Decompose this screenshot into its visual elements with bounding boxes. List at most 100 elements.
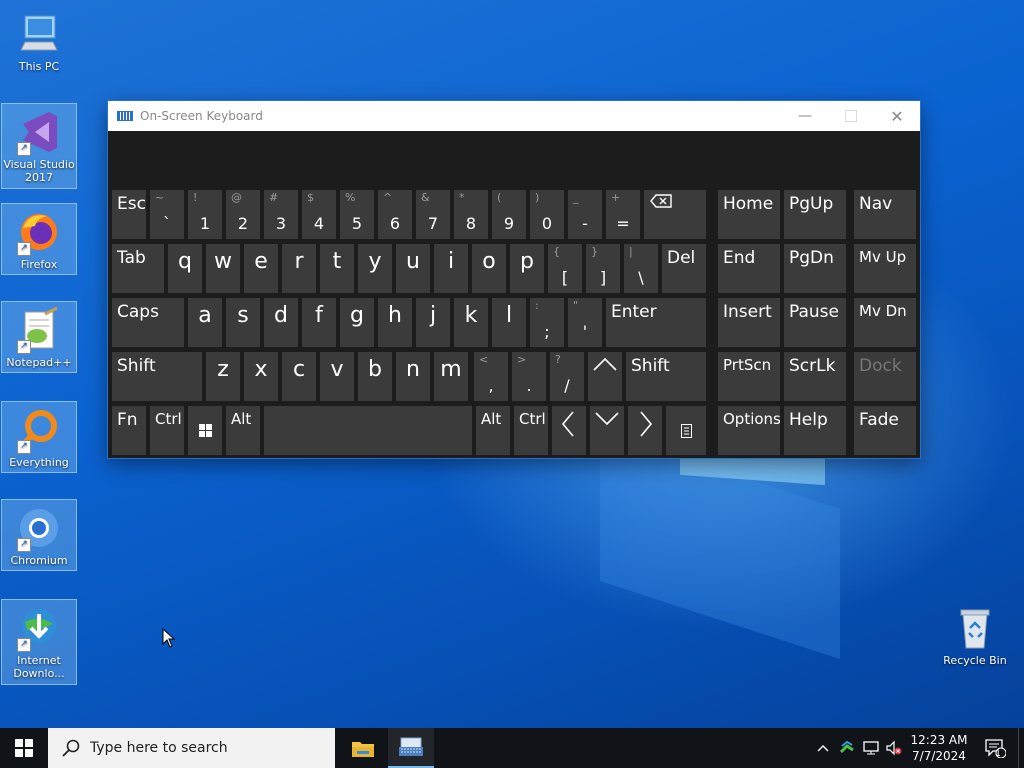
key-o[interactable]: o: [472, 244, 506, 293]
key-shift-right[interactable]: Shift: [626, 352, 706, 401]
key-fn[interactable]: Fn: [112, 406, 146, 455]
desktop-icon-notepad-plus-plus[interactable]: ↗ Notepad++: [1, 301, 77, 373]
key-v[interactable]: v: [320, 352, 354, 401]
key-m[interactable]: m: [434, 352, 468, 401]
key-caps[interactable]: Caps: [112, 298, 184, 347]
key-b[interactable]: b: [358, 352, 392, 401]
close-button[interactable]: ✕: [874, 101, 920, 131]
key-mv-dn[interactable]: Mv Dn: [854, 298, 916, 347]
key-q[interactable]: q: [168, 244, 202, 293]
key-y[interactable]: y: [358, 244, 392, 293]
key-h[interactable]: h: [378, 298, 412, 347]
key-windows[interactable]: [188, 406, 222, 455]
key-t[interactable]: t: [320, 244, 354, 293]
key-backspace[interactable]: [644, 190, 706, 239]
key-e[interactable]: e: [244, 244, 278, 293]
key-pgup[interactable]: PgUp: [784, 190, 846, 239]
key-u[interactable]: u: [396, 244, 430, 293]
key-shift-left[interactable]: Shift: [112, 352, 202, 401]
window-titlebar[interactable]: On-Screen Keyboard — ✕: [108, 101, 920, 131]
key-row4-sym-0[interactable]: <,: [474, 352, 508, 401]
key-space[interactable]: [264, 406, 472, 455]
key-row1-0[interactable]: ~ `: [150, 190, 184, 239]
key-c[interactable]: c: [282, 352, 316, 401]
key-del[interactable]: Del: [662, 244, 706, 293]
key-tab[interactable]: Tab: [112, 244, 164, 293]
desktop-icon-firefox[interactable]: ↗ Firefox: [1, 203, 77, 275]
key-row2-sym-1[interactable]: }]: [586, 244, 620, 293]
key-row2-sym-2[interactable]: | \: [624, 244, 658, 293]
key-pgdn[interactable]: PgDn: [784, 244, 846, 293]
key-arrow-left[interactable]: [552, 406, 586, 455]
key-options[interactable]: Options: [718, 406, 781, 455]
desktop-icon-visual-studio[interactable]: ↗ Visual Studio 2017: [1, 103, 77, 189]
key-row4-sym-1[interactable]: >.: [512, 352, 546, 401]
key-fade[interactable]: Fade: [854, 406, 916, 455]
key-alt-left[interactable]: Alt: [226, 406, 260, 455]
key-row3-sym-0[interactable]: :;: [530, 298, 564, 347]
key-arrow-right[interactable]: [628, 406, 662, 455]
key-row1-5[interactable]: % 5: [340, 190, 374, 239]
show-hidden-icons-button[interactable]: [814, 728, 832, 768]
key-p[interactable]: p: [510, 244, 544, 293]
taskbar-on-screen-keyboard[interactable]: [388, 728, 434, 768]
key-row1-6[interactable]: ^ 6: [378, 190, 412, 239]
key-mv-up[interactable]: Mv Up: [854, 244, 916, 293]
key-ctrl-left[interactable]: Ctrl: [150, 406, 184, 455]
key-g[interactable]: g: [340, 298, 374, 347]
key-row1-2[interactable]: @2: [226, 190, 260, 239]
maximize-button[interactable]: [828, 101, 874, 131]
desktop-icon-internet-download-manager[interactable]: ↗ Internet Downlo...: [1, 599, 77, 685]
taskbar-file-explorer[interactable]: [340, 728, 386, 768]
start-button[interactable]: [0, 728, 48, 768]
key-w[interactable]: w: [206, 244, 240, 293]
key-scrlk[interactable]: ScrLk: [784, 352, 846, 401]
key-esc[interactable]: Esc: [112, 190, 146, 239]
key-help[interactable]: Help: [784, 406, 846, 455]
minimize-button[interactable]: —: [782, 101, 828, 131]
key-insert[interactable]: Insert: [718, 298, 780, 347]
key-row1-3[interactable]: #3: [264, 190, 298, 239]
key-ctrl-right[interactable]: Ctrl: [514, 406, 548, 455]
key-k[interactable]: k: [454, 298, 488, 347]
key-pause[interactable]: Pause: [784, 298, 846, 347]
key-f[interactable]: f: [302, 298, 336, 347]
key-r[interactable]: r: [282, 244, 316, 293]
desktop-icon-this-pc[interactable]: This PC: [2, 6, 76, 73]
key-row4-sym-2[interactable]: ? /: [550, 352, 584, 401]
key-nav[interactable]: Nav: [854, 190, 916, 239]
tray-download-manager[interactable]: [836, 728, 858, 768]
key-enter[interactable]: Enter: [606, 298, 706, 347]
key-end[interactable]: End: [718, 244, 780, 293]
key-row1-4[interactable]: $4: [302, 190, 336, 239]
key-row1-8[interactable]: * 8: [454, 190, 488, 239]
show-desktop-button[interactable]: [1018, 728, 1024, 768]
desktop-icon-everything[interactable]: ↗ Everything: [1, 401, 77, 473]
tray-network[interactable]: [860, 728, 882, 768]
desktop-icon-chromium[interactable]: ↗ Chromium: [1, 499, 77, 571]
key-a[interactable]: a: [188, 298, 222, 347]
key-d[interactable]: d: [264, 298, 298, 347]
desktop-icon-recycle-bin[interactable]: Recycle Bin: [938, 600, 1012, 667]
taskbar-clock[interactable]: 12:23 AM 7/7/2024: [902, 728, 976, 768]
key-z[interactable]: z: [206, 352, 240, 401]
key-alt-right[interactable]: Alt: [476, 406, 510, 455]
key-arrow-up[interactable]: [588, 352, 622, 401]
key-arrow-down[interactable]: [590, 406, 624, 455]
key-x[interactable]: x: [244, 352, 278, 401]
key-row3-sym-1[interactable]: " ': [568, 298, 602, 347]
key-row2-sym-0[interactable]: {[: [548, 244, 582, 293]
key-i[interactable]: i: [434, 244, 468, 293]
taskbar-search-box[interactable]: Type here to search: [48, 728, 335, 768]
key-row1-9[interactable]: (9: [492, 190, 526, 239]
key-home[interactable]: Home: [718, 190, 780, 239]
key-row1-11[interactable]: _ -: [568, 190, 602, 239]
key-prtscn[interactable]: PrtScn: [718, 352, 780, 401]
action-center-button[interactable]: 1: [980, 728, 1010, 768]
key-j[interactable]: j: [416, 298, 450, 347]
key-row1-12[interactable]: + =: [606, 190, 640, 239]
key-n[interactable]: n: [396, 352, 430, 401]
key-context-menu[interactable]: [666, 406, 706, 455]
key-row1-10[interactable]: ) 0: [530, 190, 564, 239]
key-s[interactable]: s: [226, 298, 260, 347]
